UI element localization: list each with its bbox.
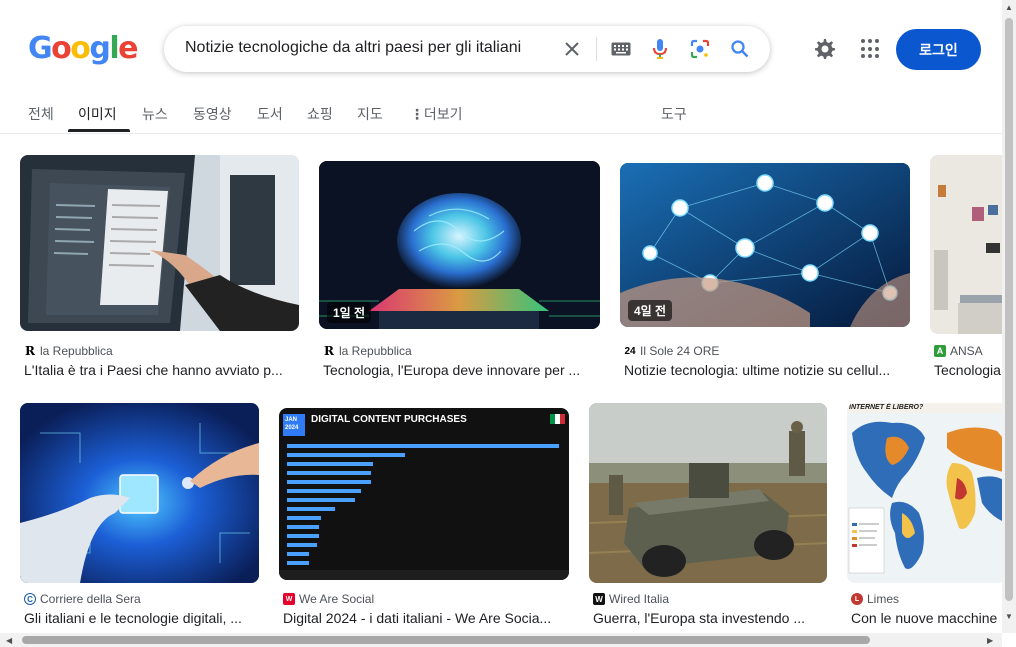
scroll-left-arrow-icon[interactable]: ◀ bbox=[6, 636, 12, 645]
result-thumbnail[interactable]: JAN 2024 DIGITAL CONTENT PURCHASES bbox=[279, 408, 569, 580]
horizontal-scrollbar[interactable]: ◀ ▶ bbox=[0, 633, 1002, 647]
result-source: L Limes bbox=[851, 592, 899, 606]
vertical-scrollbar[interactable]: ▲ ▼ bbox=[1002, 0, 1016, 633]
source-name: la Repubblica bbox=[40, 344, 113, 358]
search-input[interactable]: Notizie tecnologiche da altri paesi per … bbox=[185, 39, 521, 57]
result-source: W Wired Italia bbox=[593, 592, 669, 606]
age-badge: 1일 전 bbox=[327, 302, 372, 323]
image-result[interactable]: 1일 전 R la Repubblica Tecnologia, l'Europ… bbox=[319, 155, 600, 385]
result-title[interactable]: Tecnologia, l'Europa deve innovare per .… bbox=[323, 362, 598, 378]
search-divider bbox=[596, 37, 597, 61]
sole24ore-favicon-icon: 24 bbox=[624, 345, 636, 357]
infographic-heading: DIGITAL CONTENT PURCHASES bbox=[311, 414, 467, 425]
search-box[interactable]: Notizie tecnologiche da altri paesi per … bbox=[164, 26, 770, 72]
tab-maps[interactable]: 지도 bbox=[357, 104, 383, 124]
result-title[interactable]: Con le nuove macchine bbox=[851, 610, 1002, 626]
source-name: ANSA bbox=[950, 344, 983, 358]
tab-videos[interactable]: 동영상 bbox=[193, 104, 232, 124]
google-apps-icon[interactable] bbox=[861, 39, 881, 59]
microphone-icon[interactable] bbox=[648, 37, 672, 61]
repubblica-favicon-icon: R bbox=[323, 344, 335, 358]
search-icon[interactable] bbox=[728, 37, 752, 61]
result-thumbnail[interactable] bbox=[589, 403, 827, 583]
scroll-down-arrow-icon[interactable]: ▼ bbox=[1005, 612, 1013, 621]
image-result[interactable]: W Wired Italia Guerra, l'Europa sta inve… bbox=[589, 403, 827, 633]
settings-gear-icon[interactable] bbox=[813, 37, 837, 61]
source-name: We Are Social bbox=[299, 592, 375, 606]
result-thumbnail[interactable] bbox=[20, 403, 259, 583]
wired-favicon-icon: W bbox=[593, 593, 605, 605]
corriere-favicon-icon: C bbox=[24, 593, 36, 605]
clear-icon[interactable] bbox=[560, 37, 584, 61]
result-title[interactable]: Guerra, l'Europa sta investendo ... bbox=[593, 610, 827, 626]
tab-all[interactable]: 전체 bbox=[28, 104, 54, 124]
result-thumbnail[interactable]: 1일 전 bbox=[319, 161, 600, 329]
search-tabs: 전체 이미지 뉴스 동영상 도서 쇼핑 지도 ⋮ 더보기 도구 bbox=[0, 96, 1002, 134]
tab-shopping[interactable]: 쇼핑 bbox=[307, 104, 333, 124]
image-result[interactable]: INTERNET È LIBERO? L Limes Con le nuove … bbox=[847, 403, 1002, 633]
infographic-date-badge: JAN 2024 bbox=[283, 414, 305, 436]
result-source: C Corriere della Sera bbox=[24, 592, 141, 606]
result-source: R la Repubblica bbox=[323, 344, 412, 358]
tab-books[interactable]: 도서 bbox=[257, 104, 283, 124]
source-name: la Repubblica bbox=[339, 344, 412, 358]
result-title[interactable]: Digital 2024 - i dati italiani - We Are … bbox=[283, 610, 565, 626]
more-vert-icon: ⋮ bbox=[410, 106, 424, 122]
result-thumbnail[interactable] bbox=[20, 155, 299, 331]
result-thumbnail[interactable]: INTERNET È LIBERO? bbox=[847, 403, 1002, 583]
scroll-right-arrow-icon[interactable]: ▶ bbox=[987, 636, 993, 645]
image-result[interactable]: R la Repubblica L'Italia è tra i Paesi c… bbox=[20, 155, 299, 385]
vertical-scroll-thumb[interactable] bbox=[1005, 18, 1013, 601]
ansa-favicon-icon: A bbox=[934, 345, 946, 357]
age-badge: 4일 전 bbox=[628, 300, 673, 321]
source-name: Il Sole 24 ORE bbox=[640, 344, 720, 358]
google-lens-icon[interactable] bbox=[688, 37, 712, 61]
result-thumbnail[interactable]: 4일 전 bbox=[620, 163, 910, 327]
repubblica-favicon-icon: R bbox=[24, 344, 36, 358]
result-title[interactable]: Gli italiani e le tecnologie digitali, .… bbox=[24, 610, 259, 626]
limes-favicon-icon: L bbox=[851, 593, 863, 605]
result-source: A ANSA bbox=[934, 344, 983, 358]
image-result[interactable]: A ANSA Tecnologia bbox=[930, 155, 1002, 385]
google-logo[interactable]: Google bbox=[28, 31, 139, 66]
tab-images[interactable]: 이미지 bbox=[78, 104, 117, 124]
wearesocial-favicon-icon: W bbox=[283, 593, 295, 605]
source-name: Wired Italia bbox=[609, 592, 670, 606]
source-name: Corriere della Sera bbox=[40, 592, 141, 606]
result-title[interactable]: Notizie tecnologia: ultime notizie su ce… bbox=[624, 362, 906, 378]
image-result[interactable]: 4일 전 24 Il Sole 24 ORE Notizie tecnologi… bbox=[620, 155, 910, 385]
result-source: W We Are Social bbox=[283, 592, 374, 606]
result-title[interactable]: Tecnologia bbox=[934, 362, 1002, 378]
image-result[interactable]: C Corriere della Sera Gli italiani e le … bbox=[20, 403, 259, 633]
image-result[interactable]: JAN 2024 DIGITAL CONTENT PURCHASES W We … bbox=[279, 403, 569, 633]
tab-news[interactable]: 뉴스 bbox=[142, 104, 168, 124]
source-name: Limes bbox=[867, 592, 900, 606]
result-source: R la Repubblica bbox=[24, 344, 113, 358]
tab-tools[interactable]: 도구 bbox=[661, 104, 687, 124]
result-thumbnail[interactable] bbox=[930, 155, 1002, 334]
login-button[interactable]: 로그인 bbox=[896, 29, 981, 70]
result-title[interactable]: L'Italia è tra i Paesi che hanno avviato… bbox=[24, 362, 299, 378]
result-source: 24 Il Sole 24 ORE bbox=[624, 344, 719, 358]
tab-more-label: 더보기 bbox=[423, 106, 463, 122]
active-tab-indicator bbox=[68, 129, 130, 132]
tab-more[interactable]: ⋮ 더보기 bbox=[410, 104, 463, 124]
scroll-up-arrow-icon[interactable]: ▲ bbox=[1005, 3, 1013, 12]
horizontal-scroll-thumb[interactable] bbox=[22, 636, 870, 644]
header: Google Notizie tecnologiche da altri pae… bbox=[0, 0, 1002, 96]
keyboard-icon[interactable] bbox=[609, 37, 633, 61]
italy-flag-icon bbox=[550, 414, 565, 424]
